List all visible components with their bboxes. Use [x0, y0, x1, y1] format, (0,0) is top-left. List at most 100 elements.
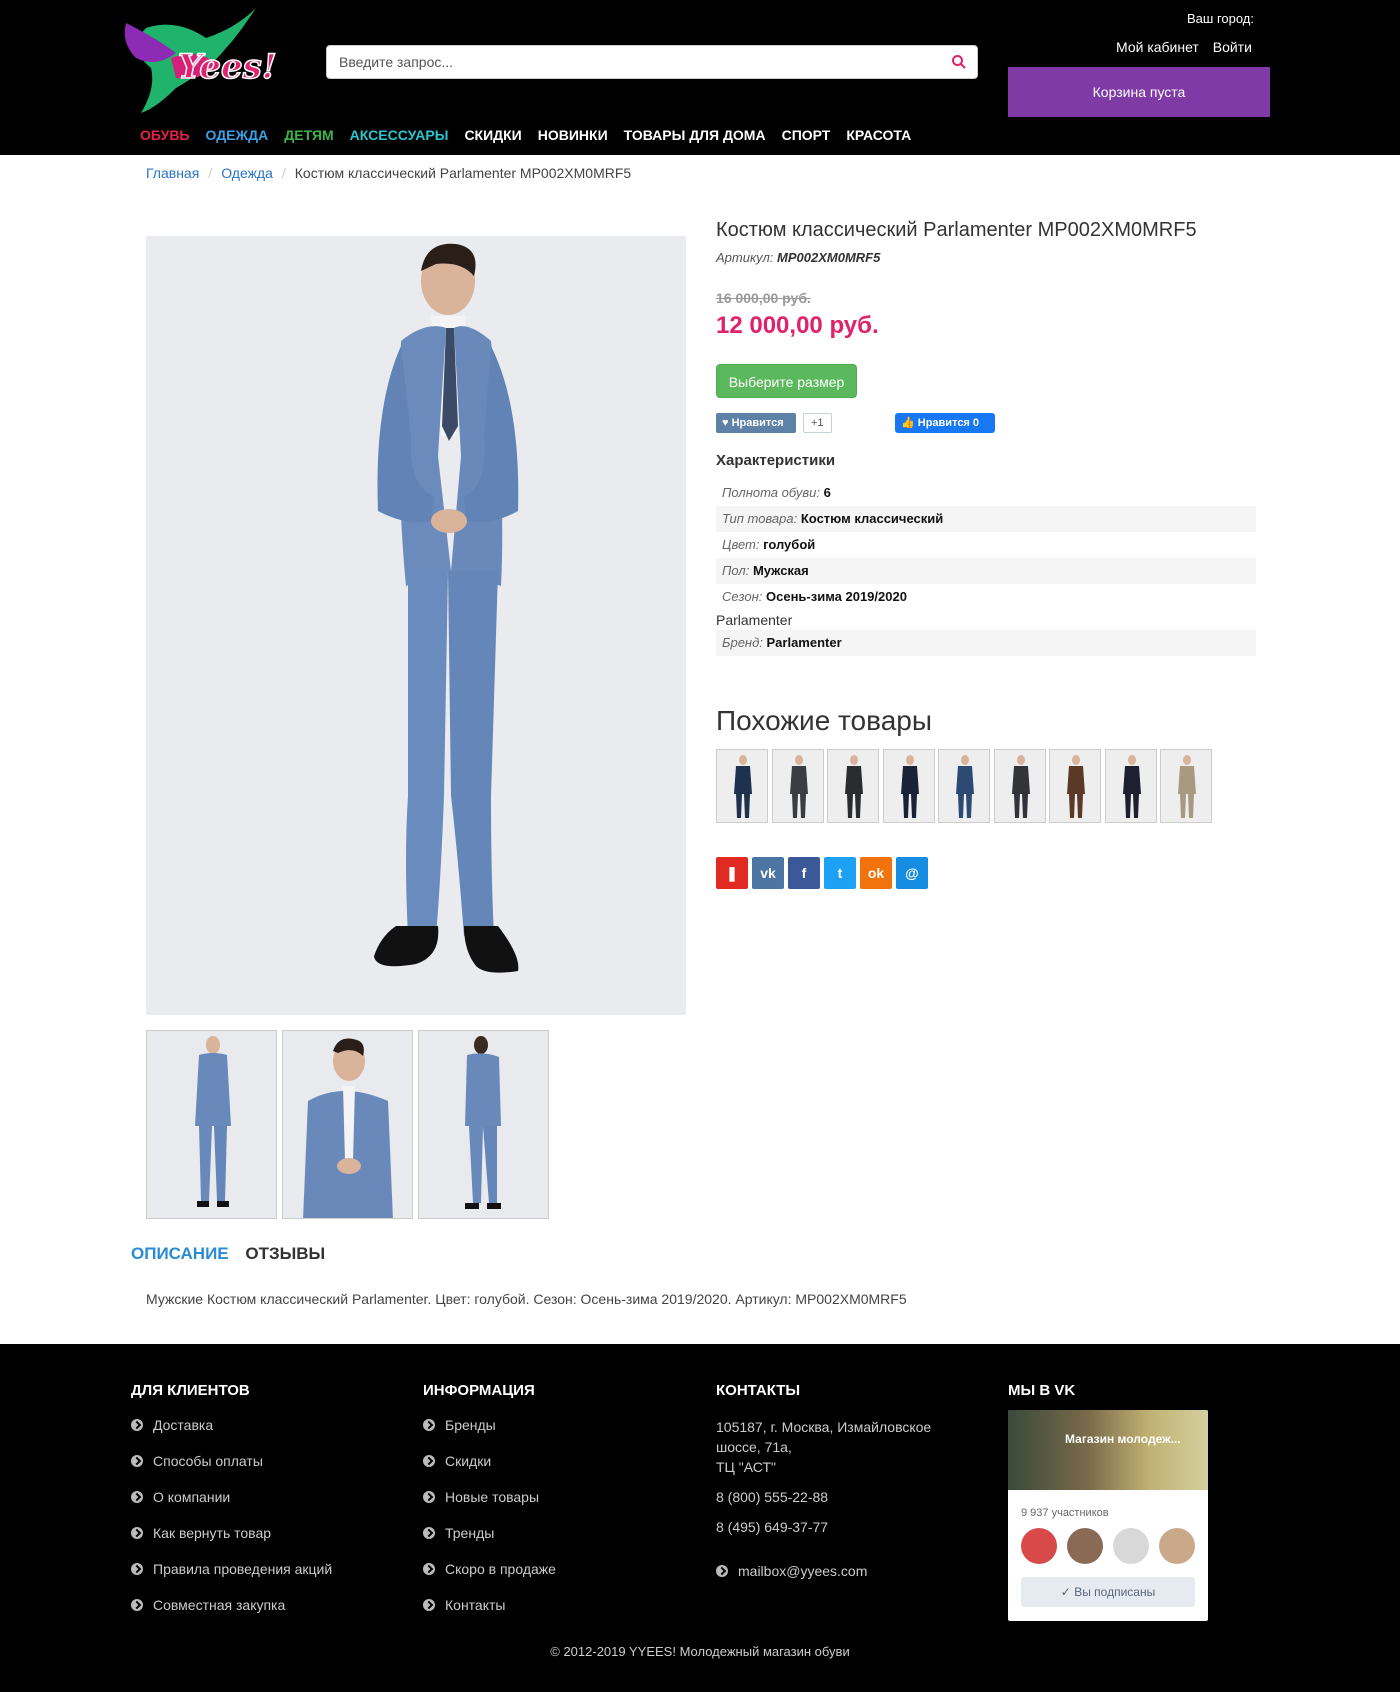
avatar[interactable]: [1021, 1528, 1057, 1564]
footer-link[interactable]: Тренды: [423, 1525, 556, 1561]
footer-link[interactable]: Совместная закупка: [131, 1597, 332, 1633]
fb-like-button[interactable]: 👍 Нравится 0: [895, 413, 995, 433]
footer-link[interactable]: О компании: [131, 1489, 332, 1525]
nav-item[interactable]: КРАСОТА: [846, 127, 911, 143]
address-line: ТЦ "АСТ": [716, 1459, 776, 1475]
footer-link[interactable]: Как вернуть товар: [131, 1525, 332, 1561]
char-value: Костюм классический: [800, 511, 944, 526]
avatar[interactable]: [1067, 1528, 1103, 1564]
city-selector[interactable]: Ваш город:: [1187, 11, 1254, 26]
footer-link-label: Способы оплаты: [153, 1453, 263, 1469]
product-thumbnail[interactable]: [282, 1030, 413, 1219]
address-line: шоссе, 71а,: [716, 1439, 792, 1455]
product-article: Артикул: MP002XM0MRF5: [716, 250, 880, 265]
avatar[interactable]: [1159, 1528, 1195, 1564]
nav-item[interactable]: ДЕТЯМ: [284, 127, 333, 143]
tab-reviews[interactable]: ОТЗЫВЫ: [245, 1244, 325, 1263]
breadcrumb-category[interactable]: Одежда: [221, 165, 273, 181]
footer-link-label: Скоро в продаже: [445, 1561, 556, 1577]
footer-link-label: Бренды: [445, 1417, 496, 1433]
breadcrumb-home[interactable]: Главная: [146, 165, 199, 181]
main-nav: ОБУВЬ ОДЕЖДА ДЕТЯМ АКСЕССУАРЫ СКИДКИ НОВИНКИ Т…: [140, 127, 927, 143]
nav-item[interactable]: ОБУВЬ: [140, 127, 190, 143]
nav-item[interactable]: НОВИНКИ: [538, 127, 608, 143]
fb-like-label: Нравится 0: [917, 417, 980, 429]
chevron-circle-icon: [423, 1563, 435, 1575]
odnoklassniki-icon[interactable]: ok: [860, 857, 892, 889]
chevron-circle-icon: [131, 1527, 143, 1539]
footer-link[interactable]: Новые товары: [423, 1489, 556, 1525]
footer-link-label: Новые товары: [445, 1489, 540, 1505]
account-links: Мой кабинет Войти: [1116, 39, 1262, 55]
footer-link-label: Скидки: [445, 1453, 492, 1469]
twitter-icon[interactable]: t: [824, 857, 856, 889]
char-row: Сезон: Осень-зима 2019/2020: [716, 584, 1256, 610]
article-label: Артикул:: [716, 250, 774, 265]
tab-description[interactable]: ОПИСАНИЕ: [131, 1244, 229, 1263]
char-value: Parlamenter: [766, 635, 842, 650]
chevron-circle-icon: [423, 1527, 435, 1539]
nav-item[interactable]: СПОРТ: [782, 127, 831, 143]
product-description: Мужские Костюм классический Parlamenter.…: [146, 1291, 907, 1307]
footer-link[interactable]: Правила проведения акций: [131, 1561, 332, 1597]
characteristics-table: Полнота обуви: 6 Тип товара: Костюм клас…: [716, 480, 1256, 656]
moimir-icon[interactable]: @: [896, 857, 928, 889]
bookmark-icon[interactable]: ❚: [716, 857, 748, 889]
char-row: Полнота обуви: 6: [716, 480, 1256, 506]
vk-group-widget[interactable]: Магазин молодеж... 9 937 участников ✓ Вы…: [1008, 1410, 1208, 1621]
footer-link-label: О компании: [153, 1489, 231, 1505]
search-box: [326, 45, 978, 79]
avatar[interactable]: [1113, 1528, 1149, 1564]
breadcrumb-separator: /: [208, 165, 213, 181]
vk-icon[interactable]: vk: [752, 857, 784, 889]
nav-item[interactable]: ОДЕЖДА: [206, 127, 269, 143]
similar-product-item[interactable]: [771, 749, 824, 823]
char-row: Бренд: Parlamenter: [716, 630, 1256, 656]
similar-product-item[interactable]: [1104, 749, 1157, 823]
phone-2[interactable]: 8 (495) 649-37-77: [716, 1517, 931, 1537]
logo[interactable]: Yees!: [116, 8, 291, 118]
nav-item[interactable]: СКИДКИ: [464, 127, 521, 143]
email-link[interactable]: mailbox@yyees.com: [716, 1563, 931, 1599]
similar-product-item[interactable]: [1160, 749, 1212, 823]
heart-icon: ♥: [722, 417, 729, 429]
product-main-photo[interactable]: [146, 236, 686, 1015]
footer-info-title: ИНФОРМАЦИЯ: [423, 1382, 535, 1399]
footer-link[interactable]: Скидки: [423, 1453, 556, 1489]
search-icon[interactable]: [951, 54, 967, 70]
brand-plain-text: Parlamenter: [716, 612, 793, 628]
cart-button[interactable]: Корзина пуста: [1008, 67, 1270, 117]
article-value: MP002XM0MRF5: [777, 250, 881, 265]
similar-product-item[interactable]: [993, 749, 1046, 823]
similar-product-item[interactable]: [827, 749, 879, 823]
footer-link[interactable]: Способы оплаты: [131, 1453, 332, 1489]
select-size-button[interactable]: Выберите размер: [716, 364, 857, 398]
address-line: 105187, г. Москва, Измайловское: [716, 1419, 932, 1435]
char-value: Осень-зима 2019/2020: [766, 589, 907, 604]
product-thumbnail[interactable]: [146, 1030, 277, 1219]
search-input[interactable]: [327, 46, 927, 78]
similar-product-item[interactable]: [1049, 749, 1101, 823]
vk-subscribed-button[interactable]: ✓ Вы подписаны: [1021, 1577, 1195, 1607]
characteristics-title: Характеристики: [716, 452, 836, 469]
header: Yees! Ваш город: Мой кабинет Войти Корзи…: [0, 0, 1400, 155]
similar-product-item[interactable]: [882, 749, 935, 823]
product-thumbnail[interactable]: [418, 1030, 549, 1219]
footer-link[interactable]: Бренды: [423, 1417, 556, 1453]
footer-link-label: Как вернуть товар: [153, 1525, 272, 1541]
footer-link[interactable]: Контакты: [423, 1597, 556, 1633]
nav-item[interactable]: АКСЕССУАРЫ: [350, 127, 449, 143]
chevron-circle-icon: [423, 1599, 435, 1611]
my-account-link[interactable]: Мой кабинет: [1116, 39, 1199, 55]
similar-product-item[interactable]: [938, 749, 990, 823]
footer-link[interactable]: Доставка: [131, 1417, 332, 1453]
vk-like-button[interactable]: ♥ Нравится: [716, 413, 796, 433]
similar-product-item[interactable]: [716, 749, 768, 823]
footer-link[interactable]: Скоро в продаже: [423, 1561, 556, 1597]
vk-group-name[interactable]: Магазин молодеж...: [1065, 1432, 1181, 1446]
facebook-icon[interactable]: f: [788, 857, 820, 889]
phone-1[interactable]: 8 (800) 555-22-88: [716, 1487, 931, 1507]
footer-clients-title: ДЛЯ КЛИЕНТОВ: [131, 1382, 250, 1399]
login-link[interactable]: Войти: [1213, 39, 1252, 55]
nav-item[interactable]: ТОВАРЫ ДЛЯ ДОМА: [624, 127, 766, 143]
